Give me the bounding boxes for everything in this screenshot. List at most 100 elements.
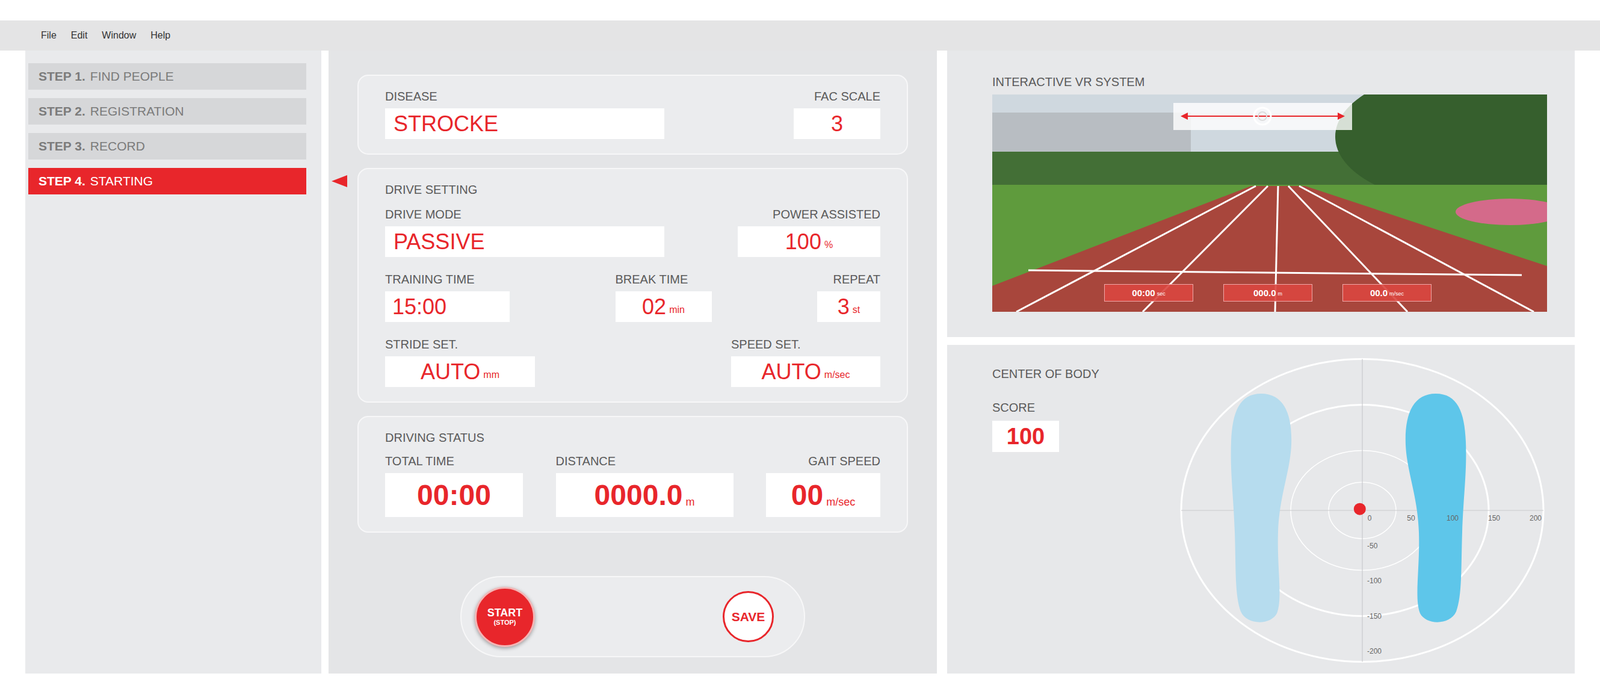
field-value[interactable]: 15:00 [385,291,510,322]
unit-text: m/sec [824,370,851,380]
value-text: 0000.0 [594,480,683,510]
value-text: 00:00 [416,480,492,510]
field-value[interactable]: 00m/sec [766,472,881,517]
score-value: 100 [992,420,1060,452]
field-label: DISEASE [385,89,438,104]
value-text: 00 [791,480,824,510]
score-column: CENTER OF BODY SCORE 100 [947,344,1154,674]
svg-text:50: 50 [1406,513,1416,523]
reading-value: 000.0 [1253,288,1277,298]
value-text: 02 [642,296,667,318]
speed-set-field: SPEED SET. AUTOm/sec [731,336,881,387]
card-title: DRIVE SETTING [385,182,881,197]
svg-text:100: 100 [1446,513,1459,523]
action-bar: START(STOP) SAVE [460,575,806,658]
svg-text:-50: -50 [1367,541,1378,550]
drive-setting-card: DRIVE SETTING DRIVE MODEPASSIVE POWER ASSI… [357,167,909,403]
svg-text:200: 200 [1529,513,1542,523]
value-text: AUTO [420,361,481,383]
step-pointer-icon [331,175,348,188]
menu-item[interactable]: Window [101,28,136,43]
content: STEP 1.FIND PEOPLESTEP 2.REGISTRATIONSTE… [0,50,1600,674]
svg-text:0: 0 [1367,513,1372,523]
center-point [1353,503,1366,516]
center-of-body-chart: 0 50 100 150 200 -50 -100 -150 -200 [1153,344,1575,674]
svg-text:-150: -150 [1367,611,1382,621]
training-time-field: TRAINING TIME15:00 [385,271,510,322]
field-label: TOTAL TIME [385,453,455,469]
gait-speed-field: GAIT SPEED 00m/sec [766,453,881,517]
step-number: STEP 2. [38,101,86,121]
field-value[interactable]: AUTOmm [385,356,535,387]
field-value[interactable]: 3 [793,108,881,139]
total-time-field: TOTAL TIME 00:00 [385,453,523,517]
score-label: SCORE [992,400,1035,415]
reading-unit: m [1278,291,1283,297]
field-value[interactable]: 100% [737,226,881,257]
settings-panel: DISEASESTROCKEFAC SCALE3DRIVE SETTINGDRI… [328,50,937,674]
svg-text:150: 150 [1488,513,1501,523]
field-label: GAIT SPEED [808,453,881,469]
menu-item[interactable]: Help [150,28,171,43]
foot-icon [1405,393,1467,623]
vr-panel: INTERACTIVE VR SYSTEM00:00sec000.0m00.0m… [947,50,1575,337]
field-value[interactable]: 02min [615,291,712,322]
menu-item[interactable]: File [40,28,57,43]
field-label: POWER ASSISTED [772,206,881,222]
unit-text: % [824,240,833,250]
field-label: STRIDE SET. [385,336,458,352]
sidebar-item[interactable]: STEP 3.RECORD [28,132,307,160]
reading-unit: m/sec [1389,291,1404,297]
value-text: AUTO [761,361,821,383]
setting-row: DRIVE MODEPASSIVE POWER ASSISTED 100% [385,206,881,257]
vr-readings: 00:00sec 000.0m 00.0m/sec [1104,284,1432,302]
start-button[interactable]: START(STOP) [474,586,535,647]
foot-icon [1231,393,1292,623]
field-label: SPEED SET. [731,336,801,352]
svg-text:-200: -200 [1367,646,1382,656]
field-label: BREAK TIME [615,271,689,287]
disease-field: DISEASE STROCKE [385,89,665,139]
sidebar-item[interactable]: STEP 2.REGISTRATION [28,98,307,125]
field-value[interactable]: 3st [817,291,881,322]
driving-status-card: DRIVING STATUSTOTAL TIME00:00DISTANCE000… [357,415,909,533]
vr-reading: 00:00sec [1104,284,1194,302]
step-label: RECORD [90,136,146,156]
power-assisted-field: POWER ASSISTED 100% [737,206,881,257]
center-of-body-panel: CENTER OF BODY SCORE 100 0 50 100 150 200 -50 -10… [947,344,1575,674]
stop-label: (STOP) [493,618,516,627]
drive-mode-field: DRIVE MODEPASSIVE [385,206,665,257]
panel-title: CENTER OF BODY [992,366,1100,381]
reading-value: 00:00 [1131,288,1155,298]
value-text: 100 [785,231,822,253]
step-label: FIND PEOPLE [90,66,174,87]
distance-field: DISTANCE 0000.0m [555,453,734,517]
vr-view: 00:00sec 000.0m 00.0m/sec [992,94,1548,312]
field-label: DISTANCE [555,453,617,469]
stride-set-field: STRIDE SET. AUTOmm [385,336,535,387]
field-value[interactable]: AUTOm/sec [731,356,881,387]
svg-text:-100: -100 [1367,576,1382,585]
save-button[interactable]: SAVE [722,590,774,643]
value-text: PASSIVE [393,231,485,253]
repeat-field: REPEAT3st [817,271,881,322]
fac-scale-field: FAC SCALE3 [793,89,881,139]
field-value[interactable]: 00:00 [385,472,523,517]
field-value[interactable]: 0000.0m [555,472,734,517]
vr-reading: 000.0m [1223,284,1313,302]
field-value[interactable]: PASSIVE [385,226,665,257]
step-number: STEP 3. [38,136,86,156]
sidebar-item[interactable]: STEP 4.STARTING [28,167,307,195]
field-value[interactable]: STROCKE [385,108,665,139]
unit-text: m/sec [826,496,856,508]
reading-value: 00.0 [1370,288,1388,298]
sidebar-item[interactable]: STEP 1.FIND PEOPLE [28,63,307,90]
sidebar: STEP 1.FIND PEOPLESTEP 2.REGISTRATIONSTE… [25,50,322,674]
menu-bar: File Edit Window Help [0,20,1600,51]
start-label: START [487,606,523,619]
break-time-field: BREAK TIME 02min [615,271,712,322]
balance-indicator-icon [1173,102,1353,130]
vr-reading: 00.0m/sec [1342,284,1432,302]
unit-text: st [852,305,860,315]
menu-item[interactable]: Edit [71,28,88,43]
